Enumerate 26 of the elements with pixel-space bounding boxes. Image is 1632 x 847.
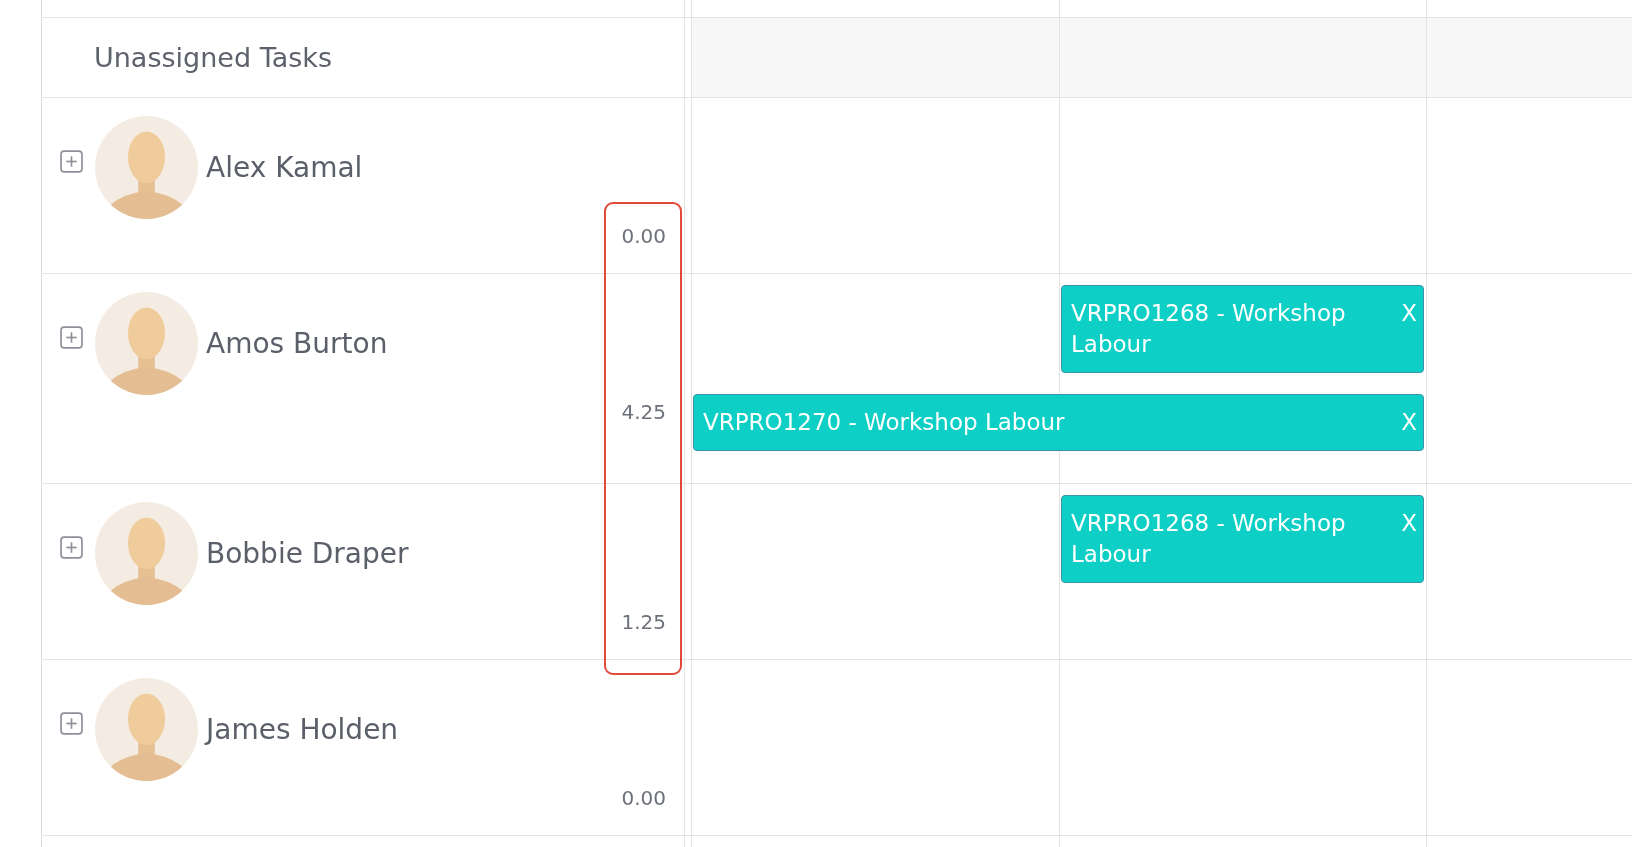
task-bar[interactable]: VRPRO1268 - Workshop Labour X — [1061, 285, 1424, 373]
plus-square-icon[interactable] — [60, 712, 83, 735]
person-avatar-icon — [95, 678, 198, 781]
hours-total: 4.25 — [621, 400, 666, 424]
resource-name: Bobbie Draper — [206, 537, 409, 570]
task-bar[interactable]: VRPRO1270 - Workshop Labour X — [693, 394, 1424, 451]
task-label: VRPRO1270 - Workshop Labour — [703, 408, 1066, 437]
remove-button[interactable]: X — [1393, 508, 1423, 539]
task-label: VRPRO1268 - Workshop Labour — [1071, 299, 1347, 359]
resource-name: James Holden — [206, 713, 399, 746]
task-bar[interactable]: VRPRO1268 - Workshop Labour X — [1061, 495, 1424, 583]
task-label: VRPRO1268 - Workshop Labour — [1071, 509, 1347, 569]
hours-total: 1.25 — [621, 610, 666, 634]
plus-square-icon[interactable] — [60, 326, 83, 349]
unassigned-tasks-label: Unassigned Tasks — [94, 42, 332, 73]
person-avatar-icon — [95, 116, 198, 219]
remove-button[interactable]: X — [1393, 298, 1423, 329]
resource-name: Alex Kamal — [206, 151, 363, 184]
plus-square-icon[interactable] — [60, 536, 83, 559]
person-avatar-icon — [95, 502, 198, 605]
resource-name: Amos Burton — [206, 327, 388, 360]
remove-button[interactable]: X — [1393, 407, 1423, 438]
plus-square-icon[interactable] — [60, 150, 83, 173]
hours-total: 0.00 — [621, 224, 666, 248]
person-avatar-icon — [95, 292, 198, 395]
hours-total: 0.00 — [621, 786, 666, 810]
